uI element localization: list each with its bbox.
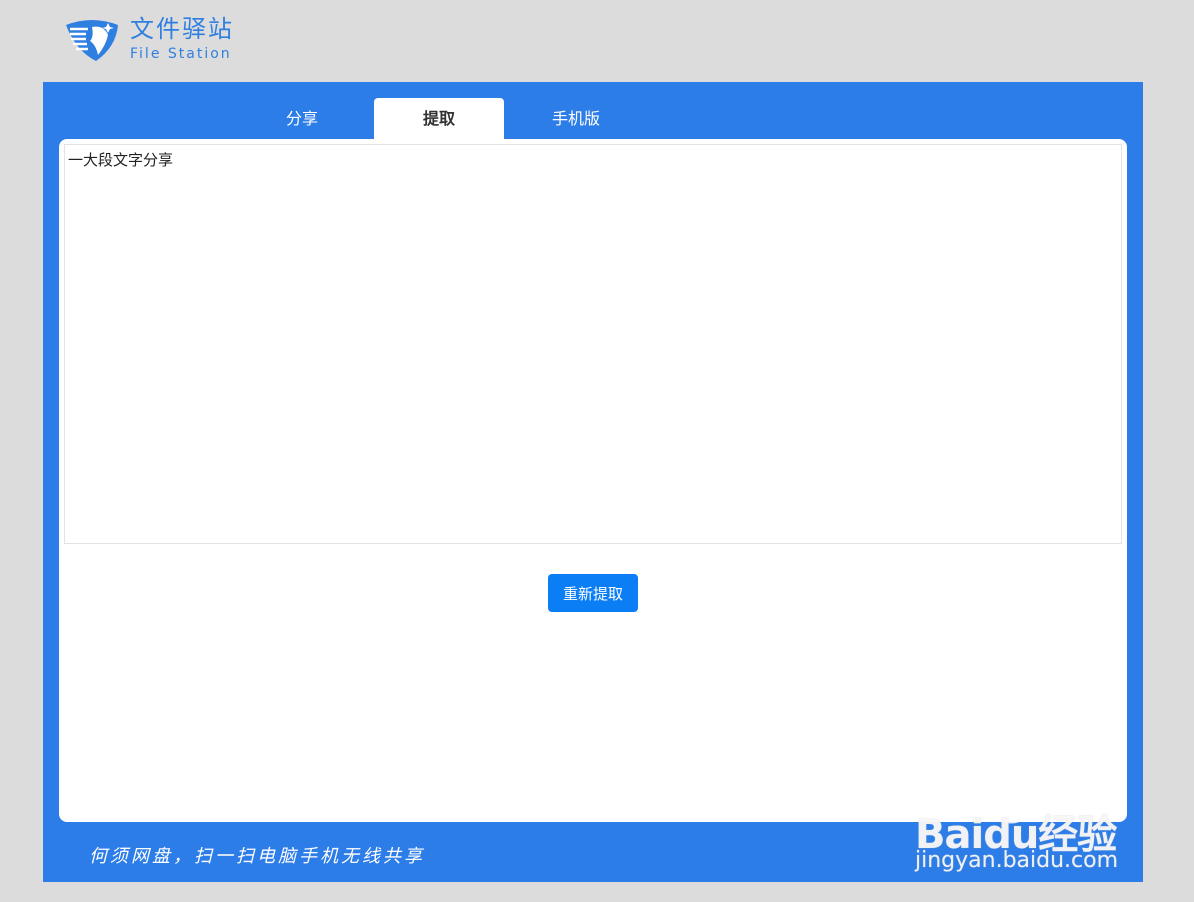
- site-logo[interactable]: 文件驿站 File Station: [62, 14, 234, 64]
- tab-extract[interactable]: 提取: [374, 98, 504, 139]
- shared-text-area[interactable]: [64, 144, 1122, 544]
- horse-shield-logo-icon: [66, 20, 118, 61]
- logo-title: 文件驿站: [130, 15, 234, 43]
- content-card: 重新提取: [59, 139, 1127, 822]
- tab-share[interactable]: 分享: [237, 98, 367, 139]
- main-panel: 分享 提取 手机版 重新提取 何须网盘，扫一扫电脑手机无线共享: [43, 82, 1143, 882]
- tab-bar: 分享 提取 手机版: [43, 98, 1143, 139]
- logo-subtitle: File Station: [130, 46, 232, 62]
- re-extract-button[interactable]: 重新提取: [548, 574, 638, 612]
- footer-slogan: 何须网盘，扫一扫电脑手机无线共享: [89, 846, 425, 867]
- tab-mobile[interactable]: 手机版: [511, 98, 641, 139]
